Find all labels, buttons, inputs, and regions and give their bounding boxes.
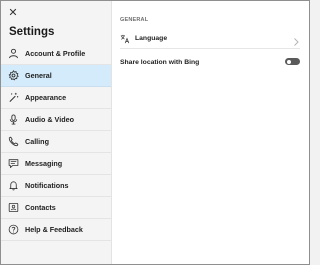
settings-window: ✕ Settings Account & Profile General App…	[0, 0, 310, 265]
sidebar-item-label: Contacts	[25, 203, 56, 212]
person-icon	[8, 48, 19, 59]
sidebar-item-account-profile[interactable]: Account & Profile	[1, 43, 111, 65]
sidebar-item-label: Audio & Video	[25, 115, 74, 124]
sidebar-item-label: Messaging	[25, 159, 63, 168]
sidebar-item-notifications[interactable]: Notifications	[1, 175, 111, 197]
settings-nav: Account & Profile General Appearance Aud…	[1, 43, 111, 241]
share-location-row: Share location with Bing	[120, 52, 300, 72]
language-label: Language	[135, 35, 168, 42]
sidebar-item-audio-video[interactable]: Audio & Video	[1, 109, 111, 131]
sidebar-item-calling[interactable]: Calling	[1, 131, 111, 153]
settings-title: Settings	[9, 26, 55, 38]
sidebar-item-appearance[interactable]: Appearance	[1, 87, 111, 109]
sidebar-item-contacts[interactable]: Contacts	[1, 197, 111, 219]
language-setting-row[interactable]: Language	[120, 29, 300, 49]
sidebar-item-general[interactable]: General	[1, 65, 111, 87]
magic-wand-icon	[8, 92, 19, 103]
share-location-label: Share location with Bing	[120, 58, 200, 66]
section-header: GENERAL	[120, 17, 149, 23]
sidebar-item-label: Appearance	[25, 93, 67, 102]
sidebar-item-label: Notifications	[25, 181, 69, 190]
gear-icon	[8, 70, 19, 81]
toggle-knob	[287, 59, 291, 64]
share-location-toggle[interactable]	[285, 58, 300, 65]
sidebar-item-label: Account & Profile	[25, 49, 86, 58]
settings-content: GENERAL Language Share location with Bin…	[112, 1, 309, 264]
sidebar-item-messaging[interactable]: Messaging	[1, 153, 111, 175]
settings-sidebar: ✕ Settings Account & Profile General App…	[1, 1, 112, 264]
sidebar-item-label: Help & Feedback	[25, 225, 83, 234]
chat-bubble-icon	[8, 158, 19, 169]
contact-card-icon	[8, 202, 19, 213]
microphone-icon	[8, 114, 19, 125]
sidebar-item-label: Calling	[25, 137, 49, 146]
close-button[interactable]: ✕	[7, 7, 19, 19]
translate-icon	[120, 34, 130, 44]
sidebar-item-help-feedback[interactable]: Help & Feedback	[1, 219, 111, 241]
chevron-right-icon	[292, 34, 300, 46]
sidebar-item-label: General	[25, 71, 52, 80]
question-icon	[8, 224, 19, 235]
bell-icon	[8, 180, 19, 191]
phone-icon	[8, 136, 19, 147]
